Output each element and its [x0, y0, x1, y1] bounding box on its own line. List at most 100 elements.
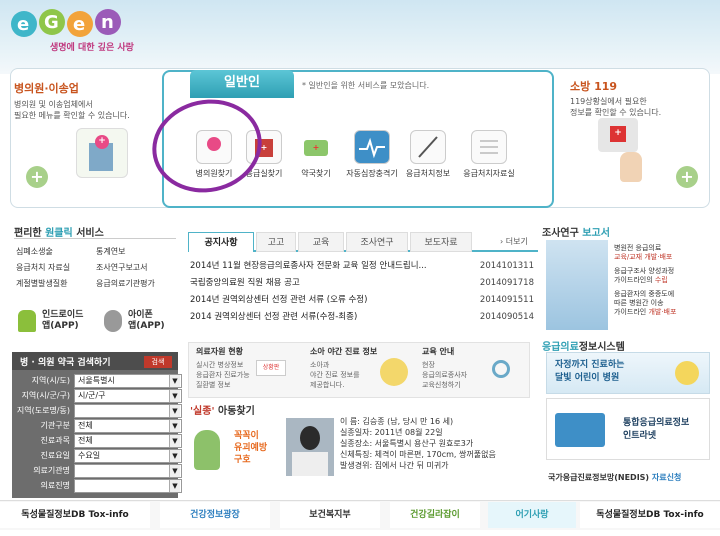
notice-row[interactable]: 2014년 11월 현장응급의료종사자 전문화 교육 일정 안내드립니... 20…: [190, 258, 540, 275]
android-icon: [18, 310, 36, 332]
service-label: 응급처치자료실: [463, 169, 515, 178]
missing-child-details: 이 름: 김승종 (남, 당시 만 16 세) 실종일자: 2011년 08월 …: [340, 416, 540, 471]
monitor-icon: [555, 413, 605, 447]
quick-item[interactable]: 응급처치 자료실: [16, 261, 70, 274]
research-item[interactable]: 병원전 응급의료 교육/교재 개발·배포: [614, 244, 714, 262]
monitor-icon: +: [598, 118, 638, 152]
missing-place: 실종장소: 서울특별시 용산구 원효로3가: [340, 439, 474, 448]
hospital-building-icon: +: [76, 128, 128, 178]
quick-item[interactable]: 응급의료기관평가: [96, 277, 155, 290]
iphone-app-link[interactable]: 아이폰 앱(APP): [100, 308, 180, 338]
search-field-input[interactable]: 전체: [74, 434, 182, 448]
partner-child-love[interactable]: 어기사랑: [488, 502, 576, 528]
general-public-desc: * 일반인을 위한 서비스를 모았습니다.: [302, 81, 430, 90]
research-title: 조사연구 보고서: [542, 228, 610, 239]
status-board-badge: 상황판: [256, 360, 286, 376]
missing-child-photo: [286, 418, 334, 476]
partner-health-guide[interactable]: 건강길라잡이: [390, 502, 480, 528]
search-button[interactable]: 검색: [144, 356, 172, 368]
missing-date: 실종일자: 2011년 08월 22일: [340, 428, 443, 437]
search-field-input[interactable]: [74, 479, 182, 493]
service-pharmacy-search[interactable]: + 약국찾기: [290, 130, 342, 179]
missing-circumstance: 발생경위: 집에서 나간 뒤 미귀가: [340, 461, 449, 470]
service-aed[interactable]: 자동심장충격기: [342, 130, 402, 179]
clinic-search-title: 병 · 의원 약국 검색하기: [20, 358, 111, 368]
missing-sticker[interactable]: 꼭꼭이 유괴예방 구호: [188, 416, 284, 496]
tab-general-public[interactable]: 일반인: [190, 70, 294, 98]
tab-press[interactable]: 보도자료: [410, 232, 472, 252]
card-title: 교육 안내: [422, 347, 455, 356]
clipboard-icon: [410, 130, 446, 164]
hospital-panel-title: 병의원·이송업: [14, 82, 79, 95]
hand-pointer-icon: [620, 152, 642, 182]
fire-plus-button[interactable]: +: [676, 166, 698, 188]
search-field-input[interactable]: 수요일: [74, 449, 182, 463]
fire-119-desc-2: 정보를 확인할 수 있습니다.: [570, 108, 662, 117]
notice-row[interactable]: 국립중앙의료원 직원 채용 공고 2014091718: [190, 275, 540, 292]
card-medical-resources[interactable]: 의료자원 현황 실시간 병상정보 응급환자 진료가능 질환별 정보 상황판: [196, 346, 304, 396]
missing-name: 이 름: 김승종 (남, 당시 만 16 세): [340, 417, 454, 426]
search-field-input[interactable]: 시/군/구: [74, 389, 182, 403]
svg-text:G: G: [44, 12, 59, 33]
card-title: 의료자원 현황: [196, 347, 243, 356]
quick-service-list: 심폐소생술 통계연보 응급처치 자료실 조사연구보고서 계절별발생질환 응급의료…: [14, 238, 176, 302]
moonlight-hospital-banner[interactable]: 자정까지 진료하는 달빛 어린이 병원: [546, 352, 710, 394]
svg-text:e: e: [17, 14, 29, 35]
tab-gogo[interactable]: 고고: [256, 232, 296, 252]
search-field-input[interactable]: 전체: [74, 419, 182, 433]
missing-child-title: '실종' 아동찾기: [190, 406, 255, 417]
fire-119-desc-1: 119상황실에서 필요한: [570, 97, 647, 106]
service-first-aid-info[interactable]: 응급처치정보: [402, 130, 454, 179]
research-item[interactable]: 응급구조사 양성과정 가이드라인의 수립: [614, 267, 714, 285]
partner-toxinfo-left[interactable]: 독성물질정보DB Tox-info: [0, 502, 150, 528]
intranet-banner-text: 통합응급의료정보 인트라넷: [623, 418, 690, 441]
egen-logo[interactable]: e G e n: [8, 4, 128, 40]
hospital-panel-desc-2: 필요한 메뉴를 확인할 수 있습니다.: [14, 111, 130, 120]
sticker-text: 꼭꼭이 유괴예방 구호: [234, 431, 268, 465]
quick-item[interactable]: 조사연구보고서: [96, 261, 148, 274]
search-field-row: 의료진명: [14, 477, 182, 495]
tab-education[interactable]: 교육: [298, 232, 344, 252]
emergency-system-title: 응급의료정보시스템: [542, 342, 625, 353]
card-text: 현장 응급의료종사자 교육신청하기: [422, 361, 468, 389]
android-label: 인드로이드 앱(APP): [42, 310, 84, 331]
notebook-icon: [471, 130, 507, 164]
pharmacy-icon: +: [298, 130, 334, 164]
android-app-link[interactable]: 인드로이드 앱(APP): [14, 308, 94, 338]
card-child-night-care[interactable]: 소아 야간 진료 정보 소아과 야간 진료 정보를 제공합니다.: [310, 346, 418, 396]
research-item[interactable]: 응급환자의 중증도에 따른 병원간 이송 가이드라인 개발·배포: [614, 290, 714, 317]
search-field-input[interactable]: [74, 464, 182, 478]
tagline: 생명에 대한 깊은 사랑: [50, 43, 134, 53]
service-label: 자동심장충격기: [346, 169, 398, 178]
service-first-aid-library[interactable]: 응급처치자료실: [458, 130, 520, 179]
notice-row[interactable]: 2014년 권역외상센터 선정 관련 서류 (오류 수정) 2014091511: [190, 292, 540, 309]
svg-text:e: e: [73, 14, 85, 35]
child-icon: [380, 358, 408, 386]
service-label: 응급처치정보: [405, 169, 451, 178]
quick-service-title: 편리한 원클릭 서비스: [14, 228, 104, 239]
card-education[interactable]: 교육 안내 현장 응급의료종사자 교육신청하기: [422, 346, 528, 396]
tab-notice[interactable]: 공지사항: [188, 232, 254, 252]
search-field-input[interactable]: 서울특별시: [74, 374, 182, 388]
fire-119-panel[interactable]: 소방 119 119상황실에서 필요한 정보를 확인할 수 있습니다. + +: [558, 72, 708, 206]
hospital-panel[interactable]: 병의원·이송업 병의원 및 이송업체에서 필요한 메뉴를 확인할 수 있습니다.…: [14, 72, 159, 204]
tab-research[interactable]: 조사연구: [346, 232, 408, 252]
research-city-image: [546, 240, 608, 330]
quick-item[interactable]: 심폐소생술: [16, 245, 53, 258]
partner-ministry-health[interactable]: 보건복지부: [280, 502, 380, 528]
hospital-panel-desc-1: 병의원 및 이송업체에서: [14, 100, 93, 109]
quick-item[interactable]: 통계연보: [96, 245, 125, 258]
nedis-row[interactable]: 국가응급진료정보망(NEDIS) 자료신청: [548, 472, 681, 483]
more-link[interactable]: › 더보기: [500, 236, 528, 247]
heart-monitor-icon: [354, 130, 390, 164]
partner-toxinfo-right[interactable]: 독성물질정보DB Tox-info: [580, 502, 720, 528]
hospital-plus-button[interactable]: +: [26, 166, 48, 188]
missing-features: 신체특징: 체격이 마른편, 170cm, 쌍꺼풀없음: [340, 450, 496, 459]
notice-tabs: 공지사항 고고 교육 조사연구 보도자료: [188, 232, 538, 252]
card-text: 실시간 병상정보 응급환자 진료가능 질환별 정보: [196, 361, 250, 389]
quick-item[interactable]: 계절별발생질환: [16, 277, 68, 290]
search-field-input[interactable]: [74, 404, 182, 418]
intranet-banner[interactable]: 통합응급의료정보 인트라넷: [546, 398, 710, 460]
partner-health-plaza[interactable]: 건강정보광장: [160, 502, 270, 528]
notice-row[interactable]: 2014 권역외상센터 선정 관련 서류(수정-최종) 2014090514: [190, 309, 540, 326]
